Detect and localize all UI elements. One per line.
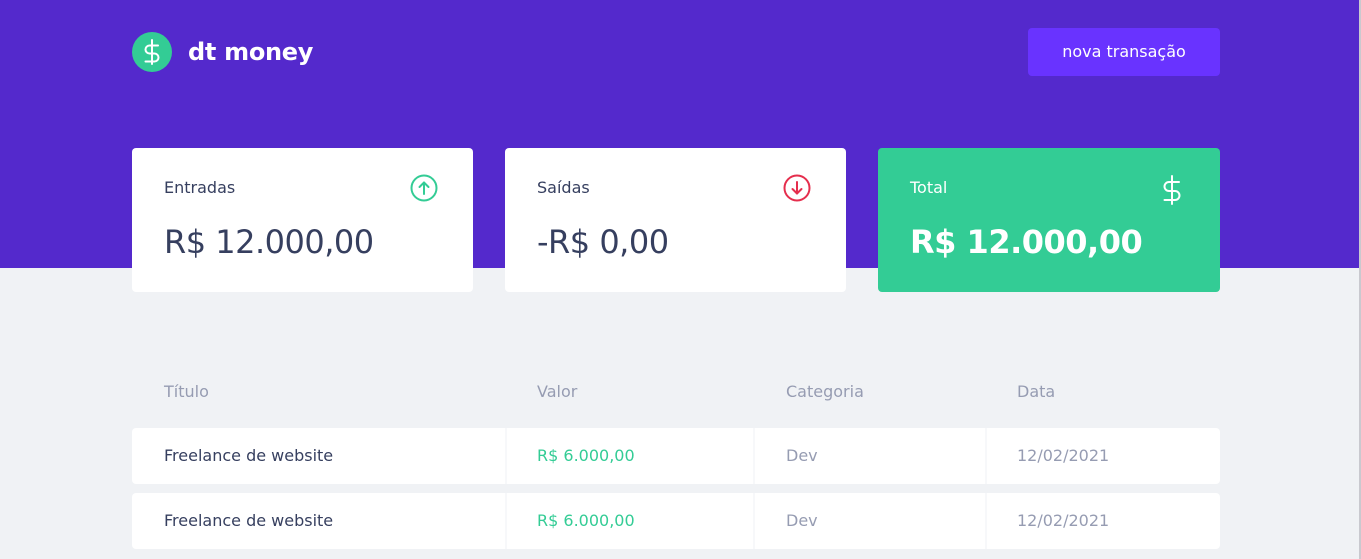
column-divider — [985, 493, 987, 549]
column-divider — [505, 428, 507, 484]
table-row: Freelance de website R$ 6.000,00 Dev 12/… — [132, 493, 1220, 549]
column-divider — [505, 493, 507, 549]
column-divider — [753, 493, 755, 549]
outcome-value: -R$ 0,00 — [537, 223, 669, 261]
column-header-title: Título — [164, 382, 209, 401]
transaction-amount: R$ 6.000,00 — [537, 511, 635, 530]
arrow-down-circle-icon — [783, 174, 811, 202]
page: dt money nova transação Entradas R$ 12.0… — [0, 0, 1361, 559]
column-divider — [985, 428, 987, 484]
arrow-up-circle-icon — [410, 174, 438, 202]
column-header-date: Data — [1017, 382, 1056, 401]
new-transaction-button[interactable]: nova transação — [1028, 28, 1220, 76]
logo-dollar-icon — [132, 32, 172, 72]
column-divider — [753, 428, 755, 484]
total-card: Total R$ 12.000,00 — [878, 148, 1220, 292]
transaction-title: Freelance de website — [164, 446, 334, 465]
column-header-category: Categoria — [786, 382, 864, 401]
outcome-card: Saídas -R$ 0,00 — [505, 148, 846, 292]
total-value: R$ 12.000,00 — [910, 223, 1143, 261]
table-row: Freelance de website R$ 6.000,00 Dev 12/… — [132, 428, 1220, 484]
transaction-category: Dev — [786, 511, 818, 530]
transaction-date: 12/02/2021 — [1017, 446, 1110, 465]
column-header-amount: Valor — [537, 382, 578, 401]
outcome-label: Saídas — [537, 178, 590, 197]
logo-text: dt money — [188, 38, 314, 66]
transaction-title: Freelance de website — [164, 511, 334, 530]
total-label: Total — [910, 178, 948, 197]
dollar-icon — [1158, 174, 1186, 205]
transaction-category: Dev — [786, 446, 818, 465]
income-card: Entradas R$ 12.000,00 — [132, 148, 473, 292]
income-label: Entradas — [164, 178, 236, 197]
transaction-date: 12/02/2021 — [1017, 511, 1110, 530]
transaction-amount: R$ 6.000,00 — [537, 446, 635, 465]
income-value: R$ 12.000,00 — [164, 223, 374, 261]
